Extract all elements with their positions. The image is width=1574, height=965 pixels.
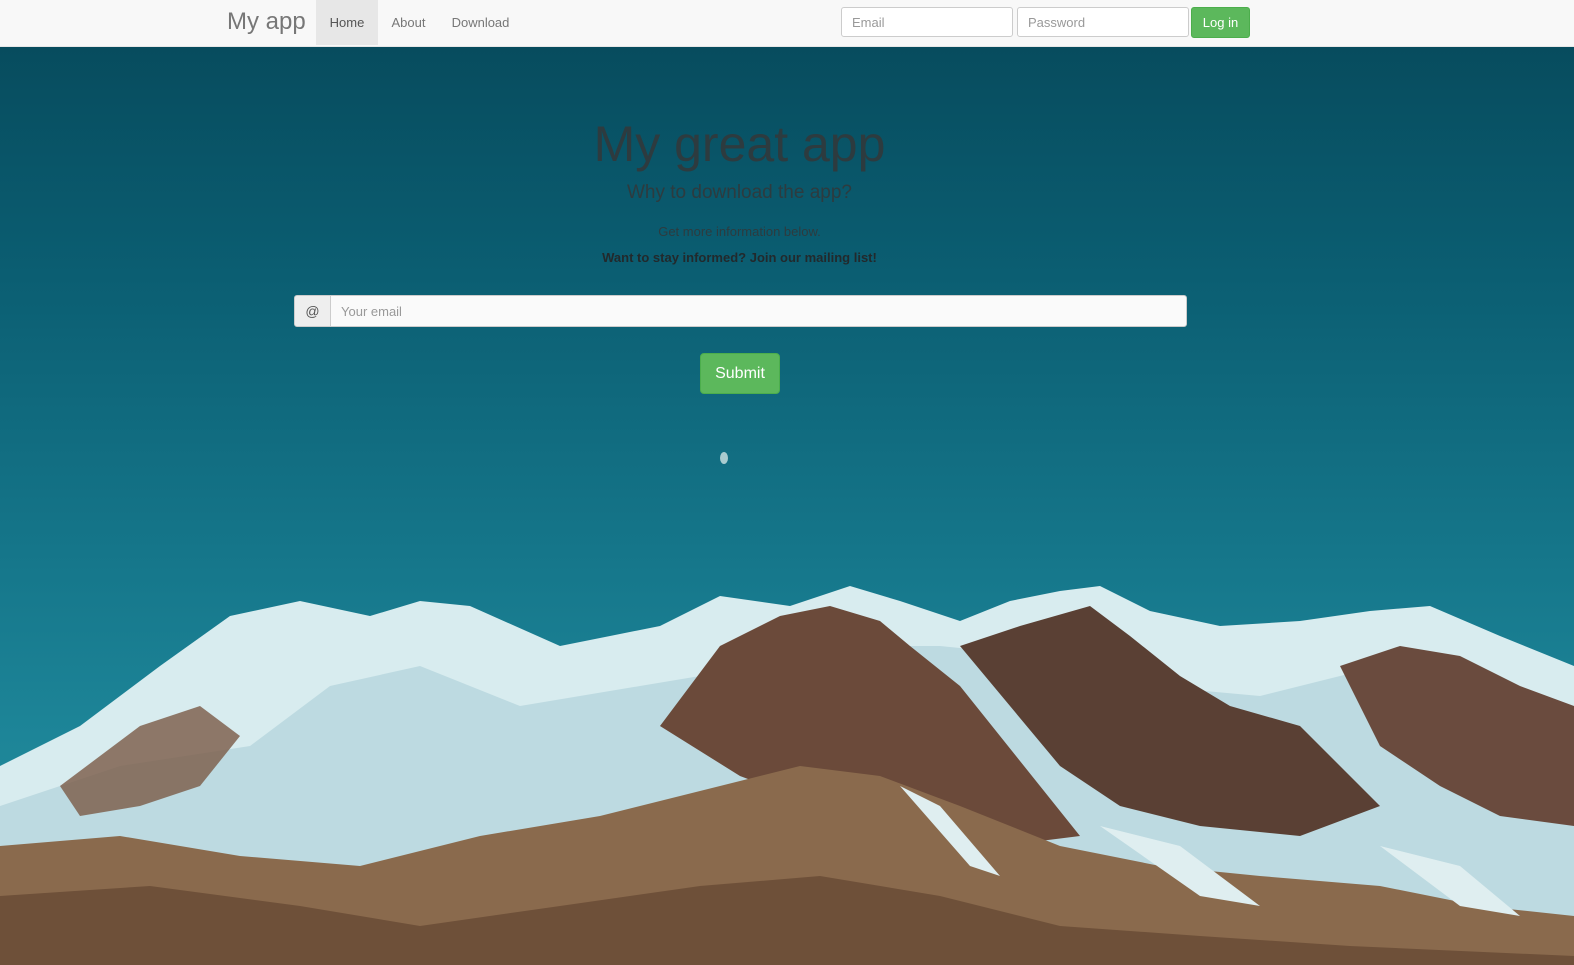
login-button[interactable]: Log in <box>1191 7 1250 38</box>
nav-download[interactable]: Download <box>439 0 522 45</box>
info-text: Get more information below. <box>658 224 821 239</box>
nav-home[interactable]: Home <box>316 0 378 45</box>
at-sign-icon: @ <box>294 295 331 327</box>
submit-button[interactable]: Submit <box>700 353 780 394</box>
brand-logo[interactable]: My app <box>227 8 306 36</box>
hero-title: My great app <box>593 116 886 172</box>
mailing-list-text: Want to stay informed? Join our mailing … <box>602 250 877 265</box>
nav-about[interactable]: About <box>378 0 439 45</box>
navbar: My app Home About Download Log in <box>0 0 1574 47</box>
login-password-input[interactable] <box>1017 7 1189 37</box>
hero-subtitle: Why to download the app? <box>627 182 852 203</box>
login-email-input[interactable] <box>841 7 1013 37</box>
subscribe-email-input[interactable] <box>330 295 1187 327</box>
